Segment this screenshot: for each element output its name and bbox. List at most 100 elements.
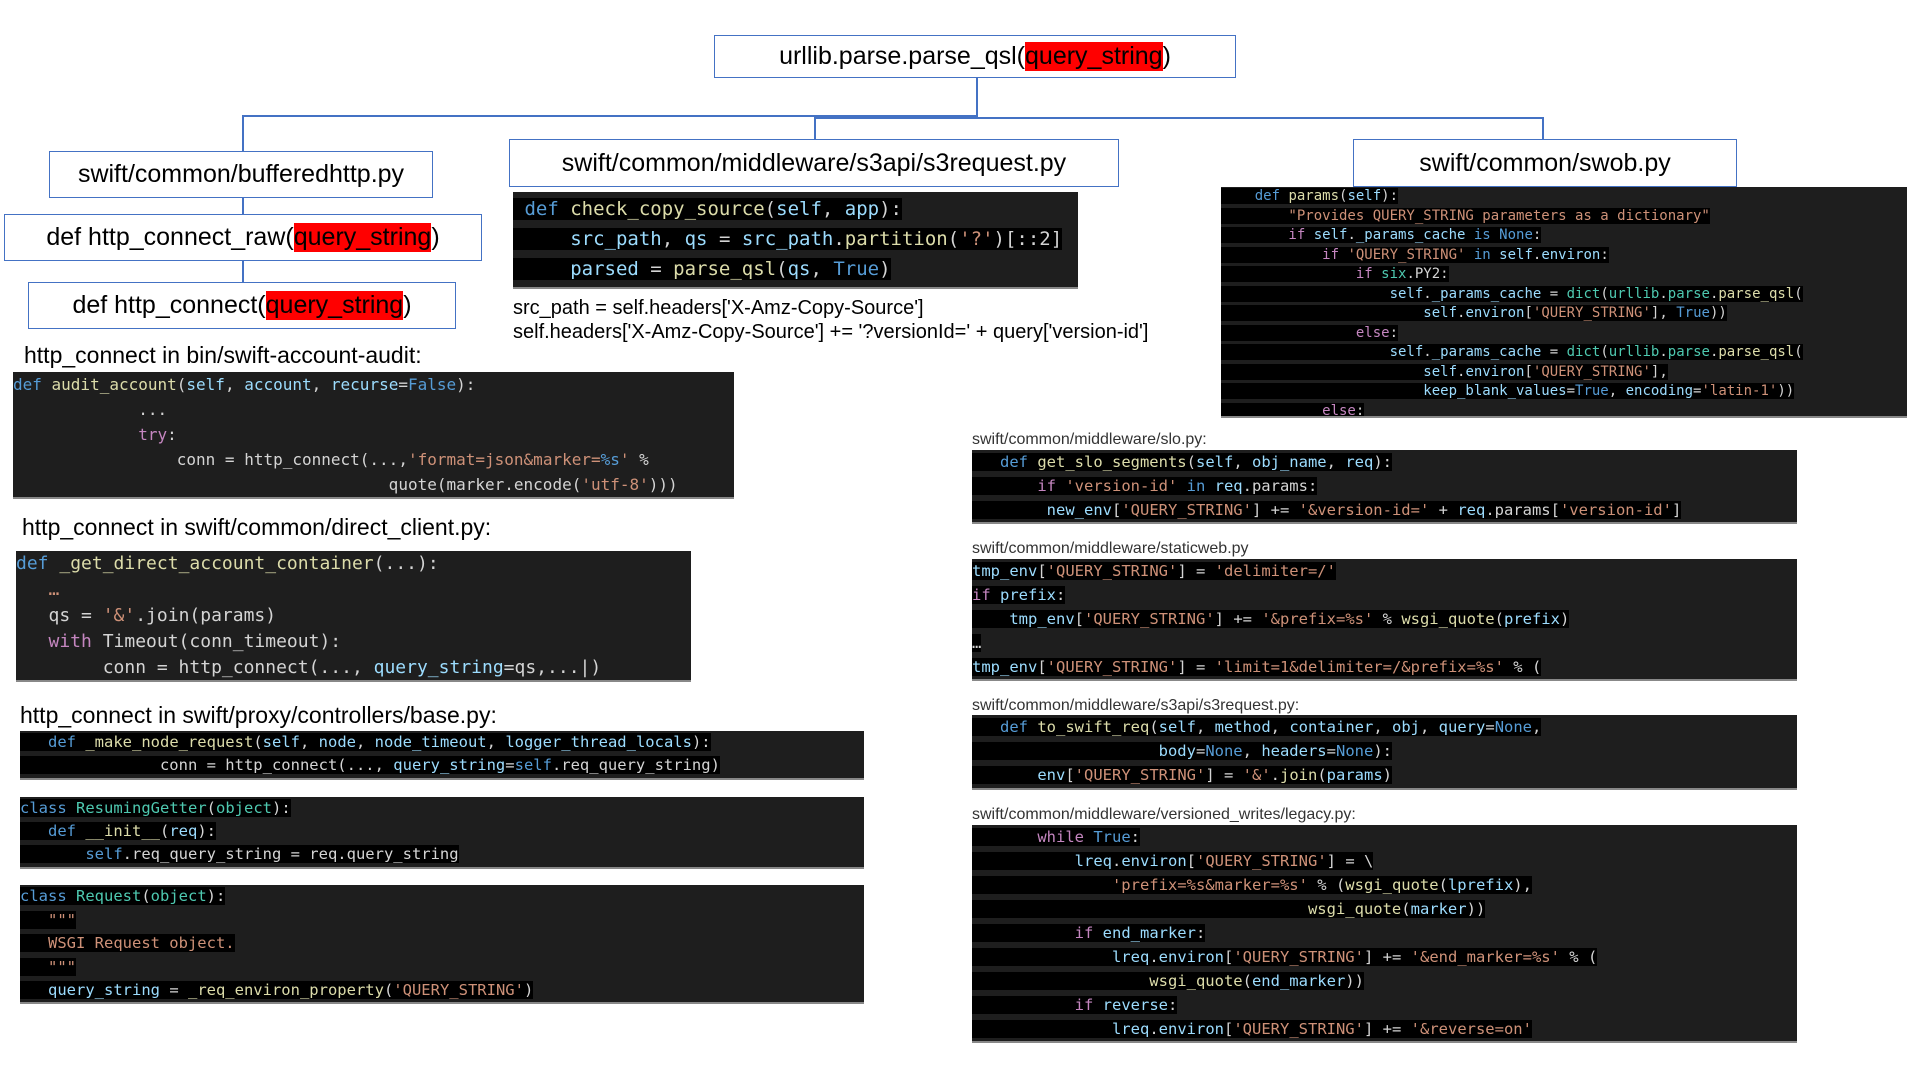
code-line: class Request(object):	[20, 885, 864, 909]
s3request-note-1: src_path = self.headers['X-Amz-Copy-Sour…	[513, 297, 924, 319]
code-token: is	[1465, 227, 1500, 243]
code-token: if	[972, 924, 1103, 942]
code-token: ,	[810, 258, 834, 280]
code-line: def params(self):	[1221, 187, 1907, 207]
connector	[976, 77, 978, 116]
code-line: lreq.environ['QUERY_STRING'] = \	[972, 849, 1797, 873]
code-token: ):	[456, 375, 476, 394]
code-line: """	[20, 956, 864, 980]
code-token: ,	[1270, 718, 1290, 736]
code-token: =	[1566, 383, 1576, 399]
code-token: end_marker	[1251, 972, 1346, 990]
code-token: True	[833, 258, 880, 280]
code-line-text: def get_slo_segments(self, obj_name, req…	[972, 453, 1392, 471]
code-token: object	[216, 799, 272, 817]
code-token: Timeout(conn_timeout):	[102, 631, 342, 652]
code-token: :	[1532, 227, 1542, 243]
code-line: class ResumingGetter(object):	[20, 797, 864, 820]
code-line-text: keep_blank_values=True, encoding='latin-…	[1221, 383, 1795, 399]
code-line-text: if 'QUERY_STRING' in self.environ:	[1221, 246, 1609, 263]
code-token: req	[1457, 501, 1486, 519]
code-token: ] =	[1177, 562, 1215, 580]
code-line-text: def check_copy_source(self, app):	[513, 198, 902, 220]
code-token: else	[1221, 402, 1356, 418]
code-line: ...	[13, 397, 734, 422]
code-token: ):	[272, 799, 291, 817]
code-token: (	[1149, 718, 1159, 736]
code-token: .	[1270, 766, 1280, 784]
code-token: req	[1345, 453, 1374, 471]
code-token: end_marker	[1102, 924, 1196, 942]
code-token: ]	[1671, 501, 1682, 519]
code-line-text: ...	[13, 400, 167, 419]
code-token: (	[1794, 344, 1803, 360]
code-token: self	[1221, 285, 1424, 302]
code-line: new_env['QUERY_STRING'] += '&version-id=…	[972, 498, 1797, 522]
code-token: 'prefix=%s&marker=%s'	[972, 876, 1308, 894]
code-token: environ	[1465, 305, 1525, 321]
code-token: :	[1355, 402, 1365, 418]
code-token: .join(params)	[135, 605, 277, 626]
code-token: _params_cache	[1431, 344, 1542, 360]
code-token: ))	[1345, 972, 1364, 990]
code-line-text: else:	[1221, 324, 1399, 341]
code-token: :	[1130, 828, 1140, 846]
code-token: parsed	[513, 258, 639, 280]
code-line-text: quote(marker.encode('utf-8')))	[13, 475, 678, 494]
code-token: tmp_env	[972, 562, 1038, 580]
code-line-text: class Request(object):	[20, 887, 226, 905]
code-line: def __init__(req):	[20, 820, 864, 843]
code-token: '&end_marker=%s'	[1410, 948, 1560, 966]
code-token: environ	[1465, 363, 1525, 380]
code-line-text: """	[20, 957, 76, 976]
code-line-text: conn = http_connect(..., query_string=qs…	[16, 657, 602, 678]
code-token: self	[186, 375, 225, 394]
code-token: '&'	[1242, 766, 1271, 784]
code-token: (	[1600, 344, 1609, 360]
code-token: environ	[1158, 1020, 1224, 1038]
code-token: ,	[1326, 453, 1346, 471]
code-token: def	[1221, 188, 1289, 204]
code-line: if prefix:	[972, 583, 1797, 607]
code-token: if	[1221, 227, 1314, 243]
connector	[242, 197, 244, 214]
code-token: ],	[1650, 363, 1668, 380]
code-token: class	[20, 799, 76, 817]
code-token: None	[1335, 742, 1374, 760]
code-token: qs =	[16, 605, 103, 626]
code-token: =	[159, 981, 188, 999]
code-token: 'version-id'	[1559, 501, 1672, 519]
code-token: while	[972, 828, 1094, 846]
code-token: =qs,...|)	[503, 657, 602, 678]
code-line: src_path, qs = src_path.partition('?')[:…	[513, 224, 1078, 254]
code-token: self	[1221, 344, 1424, 360]
code-token: "Provides QUERY_STRING parameters as a d…	[1221, 207, 1710, 224]
code-token: def	[13, 375, 52, 394]
code-token: ):	[1381, 188, 1399, 204]
code-line-text: def _get_direct_account_container(...):	[16, 553, 439, 574]
code-token: % (	[1559, 948, 1598, 966]
connector	[242, 115, 244, 152]
code-token: reverse	[1102, 996, 1168, 1014]
code-token: query_string	[20, 981, 160, 999]
code-token: try	[13, 425, 168, 444]
code-token: parse_qsl	[673, 258, 777, 280]
code-token: (	[1794, 285, 1803, 302]
label-account-audit: http_connect in bin/swift-account-audit:	[24, 342, 422, 368]
code-token: env	[972, 766, 1066, 784]
code-token: qs	[787, 258, 811, 280]
code-token: wsgi_quote	[1345, 876, 1439, 894]
code-token: (	[206, 799, 216, 817]
code-token: six	[1381, 266, 1407, 282]
code-line-text: parsed = parse_qsl(qs, True)	[513, 258, 891, 280]
code-token: :	[167, 425, 177, 444]
code-token: prefix	[1000, 586, 1056, 604]
code-make-node-request: def _make_node_request(self, node, node_…	[20, 731, 864, 780]
code-token: (	[1317, 766, 1327, 784]
code-token: ,	[1532, 718, 1542, 736]
code-token: ,	[355, 733, 375, 751]
code-token: _req_environ_property	[187, 981, 384, 999]
code-token: (	[253, 733, 263, 751]
label-legacy: swift/common/middleware/versioned_writes…	[972, 806, 1356, 823]
code-line: while True:	[972, 825, 1797, 849]
